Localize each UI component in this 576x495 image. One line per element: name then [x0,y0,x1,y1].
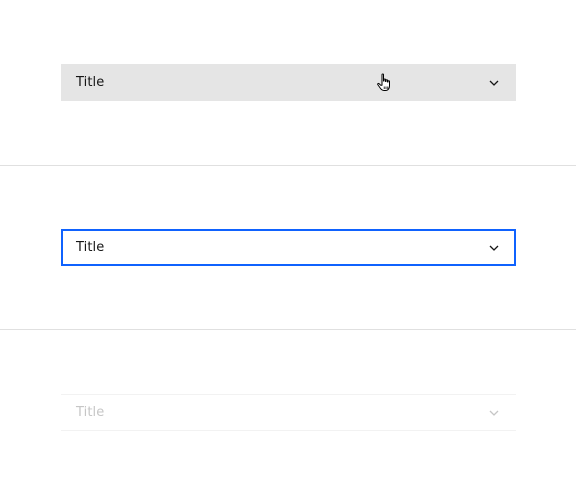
accordion-title: Title [76,405,105,420]
accordion-header-disabled: Title [61,394,516,431]
accordion-title: Title [76,75,105,90]
hand-pointer-icon [377,73,390,91]
accordion-header-focus[interactable]: Title [61,229,516,266]
accordion-header-hover[interactable]: Title [61,64,516,101]
chevron-down-icon [488,242,500,254]
accordion-title: Title [76,240,105,255]
chevron-down-icon [488,407,500,419]
chevron-down-icon [488,77,500,89]
